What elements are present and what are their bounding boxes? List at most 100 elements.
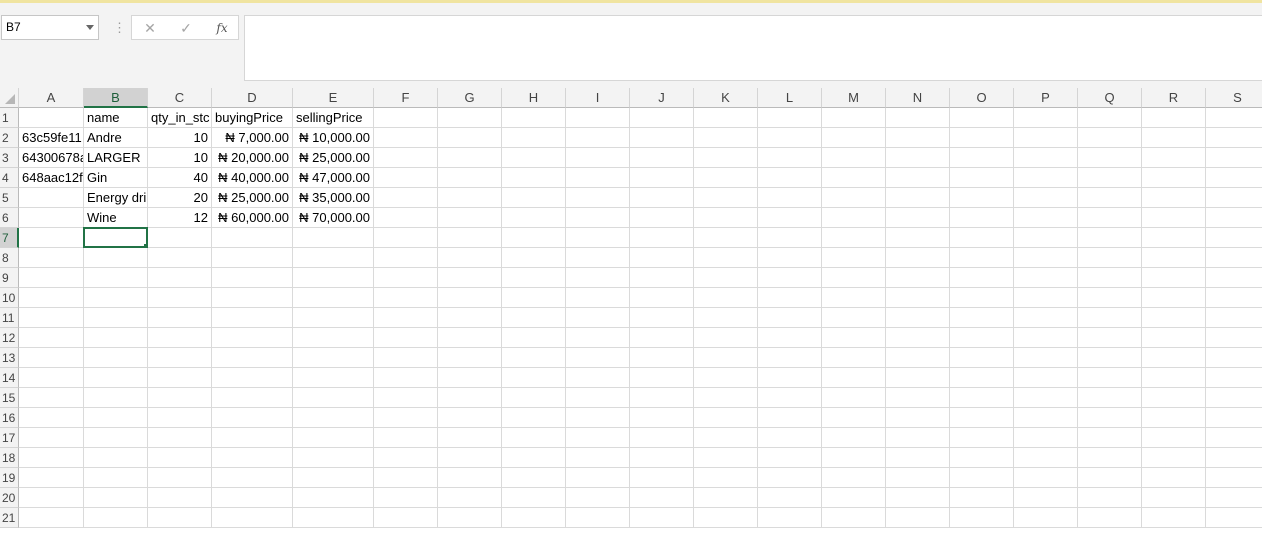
cell-e2[interactable]: ₦ 10,000.00 [293, 128, 374, 148]
cell-p13[interactable] [1014, 348, 1078, 368]
cell-a20[interactable] [19, 488, 84, 508]
cell-c5[interactable]: 20 [148, 188, 212, 208]
cell-a12[interactable] [19, 328, 84, 348]
cell-i2[interactable] [566, 128, 630, 148]
cell-q1[interactable] [1078, 108, 1142, 128]
row-header-21[interactable]: 21 [0, 508, 19, 528]
column-header-k[interactable]: K [694, 88, 758, 108]
cell-n10[interactable] [886, 288, 950, 308]
cell-h3[interactable] [502, 148, 566, 168]
column-header-a[interactable]: A [19, 88, 84, 108]
cell-b20[interactable] [84, 488, 148, 508]
cell-h17[interactable] [502, 428, 566, 448]
cell-m14[interactable] [822, 368, 886, 388]
cell-s15[interactable] [1206, 388, 1262, 408]
cell-j21[interactable] [630, 508, 694, 528]
cell-d14[interactable] [212, 368, 293, 388]
cell-k1[interactable] [694, 108, 758, 128]
cell-o21[interactable] [950, 508, 1014, 528]
cell-i1[interactable] [566, 108, 630, 128]
cell-c18[interactable] [148, 448, 212, 468]
cell-g17[interactable] [438, 428, 502, 448]
cell-l14[interactable] [758, 368, 822, 388]
cell-g14[interactable] [438, 368, 502, 388]
cell-c2[interactable]: 10 [148, 128, 212, 148]
cell-q6[interactable] [1078, 208, 1142, 228]
row-header-3[interactable]: 3 [0, 148, 19, 168]
cell-i7[interactable] [566, 228, 630, 248]
cell-c3[interactable]: 10 [148, 148, 212, 168]
cell-b15[interactable] [84, 388, 148, 408]
cell-c6[interactable]: 12 [148, 208, 212, 228]
cell-k16[interactable] [694, 408, 758, 428]
cell-l17[interactable] [758, 428, 822, 448]
cell-h11[interactable] [502, 308, 566, 328]
cell-f5[interactable] [374, 188, 438, 208]
cell-k3[interactable] [694, 148, 758, 168]
cell-g10[interactable] [438, 288, 502, 308]
cell-h8[interactable] [502, 248, 566, 268]
cell-l7[interactable] [758, 228, 822, 248]
cell-k9[interactable] [694, 268, 758, 288]
cell-j4[interactable] [630, 168, 694, 188]
cell-a19[interactable] [19, 468, 84, 488]
cell-b17[interactable] [84, 428, 148, 448]
cell-o17[interactable] [950, 428, 1014, 448]
cell-k20[interactable] [694, 488, 758, 508]
cell-l1[interactable] [758, 108, 822, 128]
cell-e11[interactable] [293, 308, 374, 328]
cell-q3[interactable] [1078, 148, 1142, 168]
cell-r5[interactable] [1142, 188, 1206, 208]
cell-e1[interactable]: sellingPrice [293, 108, 374, 128]
column-header-m[interactable]: M [822, 88, 886, 108]
row-header-13[interactable]: 13 [0, 348, 19, 368]
row-header-18[interactable]: 18 [0, 448, 19, 468]
cell-a5[interactable] [19, 188, 84, 208]
cell-k18[interactable] [694, 448, 758, 468]
cell-c7[interactable] [148, 228, 212, 248]
cell-n21[interactable] [886, 508, 950, 528]
cell-q4[interactable] [1078, 168, 1142, 188]
column-header-e[interactable]: E [293, 88, 374, 108]
row-header-7[interactable]: 7 [0, 228, 19, 248]
cell-k4[interactable] [694, 168, 758, 188]
cell-n8[interactable] [886, 248, 950, 268]
cell-h7[interactable] [502, 228, 566, 248]
cell-d7[interactable] [212, 228, 293, 248]
cell-m8[interactable] [822, 248, 886, 268]
cell-q16[interactable] [1078, 408, 1142, 428]
cell-c21[interactable] [148, 508, 212, 528]
cell-f11[interactable] [374, 308, 438, 328]
cell-n6[interactable] [886, 208, 950, 228]
cell-c1[interactable]: qty_in_stc [148, 108, 212, 128]
cell-r16[interactable] [1142, 408, 1206, 428]
cell-b2[interactable]: Andre [84, 128, 148, 148]
cell-m12[interactable] [822, 328, 886, 348]
cell-m16[interactable] [822, 408, 886, 428]
cell-e15[interactable] [293, 388, 374, 408]
cell-r12[interactable] [1142, 328, 1206, 348]
name-box[interactable]: B7 [1, 15, 99, 40]
cell-g3[interactable] [438, 148, 502, 168]
cell-b10[interactable] [84, 288, 148, 308]
row-header-11[interactable]: 11 [0, 308, 19, 328]
check-icon[interactable]: ✓ [174, 18, 198, 38]
cell-n12[interactable] [886, 328, 950, 348]
cell-a7[interactable] [19, 228, 84, 248]
cell-a11[interactable] [19, 308, 84, 328]
cell-k17[interactable] [694, 428, 758, 448]
column-header-i[interactable]: I [566, 88, 630, 108]
cell-m20[interactable] [822, 488, 886, 508]
cell-a6[interactable] [19, 208, 84, 228]
cell-i12[interactable] [566, 328, 630, 348]
cell-n17[interactable] [886, 428, 950, 448]
cell-q8[interactable] [1078, 248, 1142, 268]
cell-g20[interactable] [438, 488, 502, 508]
cell-p8[interactable] [1014, 248, 1078, 268]
row-header-15[interactable]: 15 [0, 388, 19, 408]
cell-f2[interactable] [374, 128, 438, 148]
cell-l2[interactable] [758, 128, 822, 148]
cell-j2[interactable] [630, 128, 694, 148]
cell-o4[interactable] [950, 168, 1014, 188]
cell-n16[interactable] [886, 408, 950, 428]
